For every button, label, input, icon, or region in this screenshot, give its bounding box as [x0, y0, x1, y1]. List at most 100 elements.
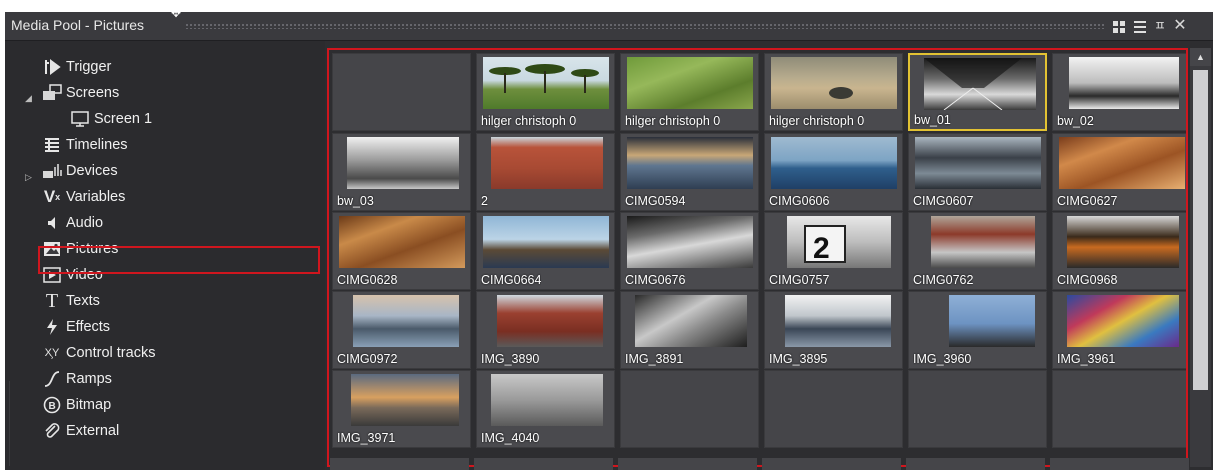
picture-thumbnail[interactable]: IMG_3895 [764, 291, 903, 369]
timelines-icon [41, 136, 63, 154]
external-icon [41, 422, 63, 440]
panel-titlebar[interactable]: Media Pool - Pictures ✥ ㅍ ✕ [5, 6, 1213, 41]
collapse-arrow-devices-icon[interactable]: ▷ [25, 172, 32, 183]
picture-thumbnail[interactable]: 2 [476, 133, 615, 211]
picture-thumbnail[interactable]: IMG_3891 [620, 291, 759, 369]
picture-thumbnail[interactable]: IMG_3960 [908, 291, 1047, 369]
thumbnail-caption: CIMG0762 [913, 273, 974, 287]
picture-thumbnail[interactable]: CIMG0972 [332, 291, 471, 369]
thumbnail-image [1067, 216, 1179, 268]
picture-thumbnail[interactable]: CIMG0968 [1052, 212, 1186, 290]
picture-thumbnail[interactable]: IMG_3890 [476, 291, 615, 369]
tree-item-devices[interactable]: Devices [41, 160, 118, 182]
grid-cell-partial[interactable] [906, 458, 1045, 470]
picture-thumbnail[interactable]: IMG_3961 [1052, 291, 1186, 369]
tree-item-trigger[interactable]: Trigger [41, 56, 111, 78]
tree-guide-line [9, 381, 10, 466]
thumbnail-caption: IMG_3961 [1057, 352, 1116, 366]
close-icon[interactable]: ✕ [1171, 17, 1189, 35]
picture-thumbnail[interactable]: CIMG0628 [332, 212, 471, 290]
scrollbar-thumb[interactable] [1193, 70, 1208, 390]
thumbnail-caption: CIMG0757 [769, 273, 830, 287]
thumbnail-caption: CIMG0627 [1057, 194, 1118, 208]
pin-icon[interactable]: ㅍ [1151, 17, 1169, 35]
list-view-icon[interactable] [1131, 17, 1149, 35]
thumbnail-image [483, 57, 609, 109]
thumbnail-caption: IMG_3890 [481, 352, 540, 366]
thumbnail-image [491, 374, 603, 426]
picture-thumbnail[interactable]: CIMG0627 [1052, 133, 1186, 211]
media-tree: ◢ ▷ Trigger Screens Screen 1 Timelines D… [5, 41, 325, 470]
thumbnail-image [771, 137, 897, 189]
tree-item-external[interactable]: External [41, 420, 119, 442]
tree-item-audio[interactable]: Audio [41, 212, 103, 234]
picture-thumbnail[interactable]: IMG_4040 [476, 370, 615, 448]
grid-cell-partial[interactable] [474, 458, 613, 470]
move-cursor-icon: ✥ [171, 6, 182, 20]
tree-item-label: Control tracks [66, 345, 156, 361]
grid-cell-partial[interactable] [618, 458, 757, 470]
tree-item-label: External [66, 423, 120, 439]
control-tracks-icon: X̧Y [44, 347, 60, 359]
thumbnail-image [353, 295, 459, 347]
tree-item-variables[interactable]: Vx Variables [41, 186, 126, 208]
grid-cell-empty[interactable] [764, 370, 903, 448]
tree-item-effects[interactable]: Effects [41, 316, 110, 338]
tree-item-screens[interactable]: Screens [41, 82, 119, 104]
tree-item-label: Variables [66, 189, 126, 205]
trigger-icon [41, 58, 63, 76]
picture-thumbnail[interactable]: CIMG0664 [476, 212, 615, 290]
picture-thumbnail[interactable]: CIMG0676 [620, 212, 759, 290]
thumbnail-image: 2 [787, 216, 891, 268]
tree-item-ramps[interactable]: Ramps [41, 368, 112, 390]
scroll-up-icon[interactable]: ▲ [1190, 48, 1211, 66]
thumbnail-caption: CIMG0607 [913, 194, 974, 208]
thumbnail-image [1069, 57, 1179, 109]
thumbnail-caption: bw_03 [337, 194, 374, 208]
picture-thumbnail[interactable]: bw_02 [1052, 53, 1186, 131]
tree-item-bitmap[interactable]: B Bitmap [41, 394, 111, 416]
picture-thumbnail[interactable]: bw_03 [332, 133, 471, 211]
expand-arrow-screens-icon[interactable]: ◢ [25, 93, 32, 104]
thumbnail-image [931, 216, 1035, 268]
picture-thumbnail[interactable]: hilger christoph 0 [476, 53, 615, 131]
picture-thumbnail[interactable]: CIMG0762 [908, 212, 1047, 290]
thumbnail-caption: IMG_3960 [913, 352, 972, 366]
picture-thumbnail[interactable]: CIMG0594 [620, 133, 759, 211]
picture-thumbnail[interactable]: CIMG0607 [908, 133, 1047, 211]
picture-thumbnail[interactable]: hilger christoph 0 [620, 53, 759, 131]
grid-cell-partial[interactable] [1050, 458, 1189, 470]
screen-icon [69, 110, 91, 128]
picture-grid: hilger christoph 0 hilger christoph 0 hilg… [327, 48, 1188, 467]
grid-cell-empty[interactable] [908, 370, 1047, 448]
grid-cell-partial[interactable] [762, 458, 901, 470]
tree-item-screen-1[interactable]: Screen 1 [69, 108, 152, 130]
picture-thumbnail[interactable]: hilger christoph 0 [764, 53, 903, 131]
thumbnail-image [491, 137, 603, 189]
titlebar-grip[interactable] [185, 23, 1105, 29]
picture-thumbnail[interactable]: 2 CIMG0757 [764, 212, 903, 290]
tree-item-timelines[interactable]: Timelines [41, 134, 128, 156]
grid-cell-partial[interactable] [330, 458, 469, 470]
thumbnail-caption: bw_02 [1057, 114, 1094, 128]
thumbnail-caption: hilger christoph 0 [625, 114, 721, 128]
thumbnail-caption: CIMG0606 [769, 194, 830, 208]
vertical-scrollbar[interactable]: ▲ [1190, 48, 1211, 467]
thumbnail-caption: IMG_3895 [769, 352, 828, 366]
tree-item-control-tracks[interactable]: X̧Y Control tracks [41, 342, 156, 364]
picture-thumbnail[interactable]: bw_01 [908, 53, 1047, 131]
thumbnail-image [627, 216, 753, 268]
grid-view-icon[interactable] [1110, 17, 1128, 35]
grid-cell-empty[interactable] [620, 370, 759, 448]
grid-cell-empty[interactable] [332, 53, 471, 131]
thumbnail-caption: CIMG0628 [337, 273, 398, 287]
picture-thumbnail[interactable]: IMG_3971 [332, 370, 471, 448]
picture-thumbnail[interactable]: CIMG0606 [764, 133, 903, 211]
thumbnail-caption: CIMG0972 [337, 352, 398, 366]
tree-item-label: Audio [66, 215, 104, 231]
grid-cell-empty[interactable] [1052, 370, 1186, 448]
thumbnail-caption: 2 [481, 194, 488, 208]
media-pool-panel: Media Pool - Pictures ✥ ㅍ ✕ ◢ ▷ Trigger … [5, 6, 1213, 470]
tree-item-texts[interactable]: T Texts [41, 290, 100, 312]
thumbnail-caption: CIMG0968 [1057, 273, 1118, 287]
